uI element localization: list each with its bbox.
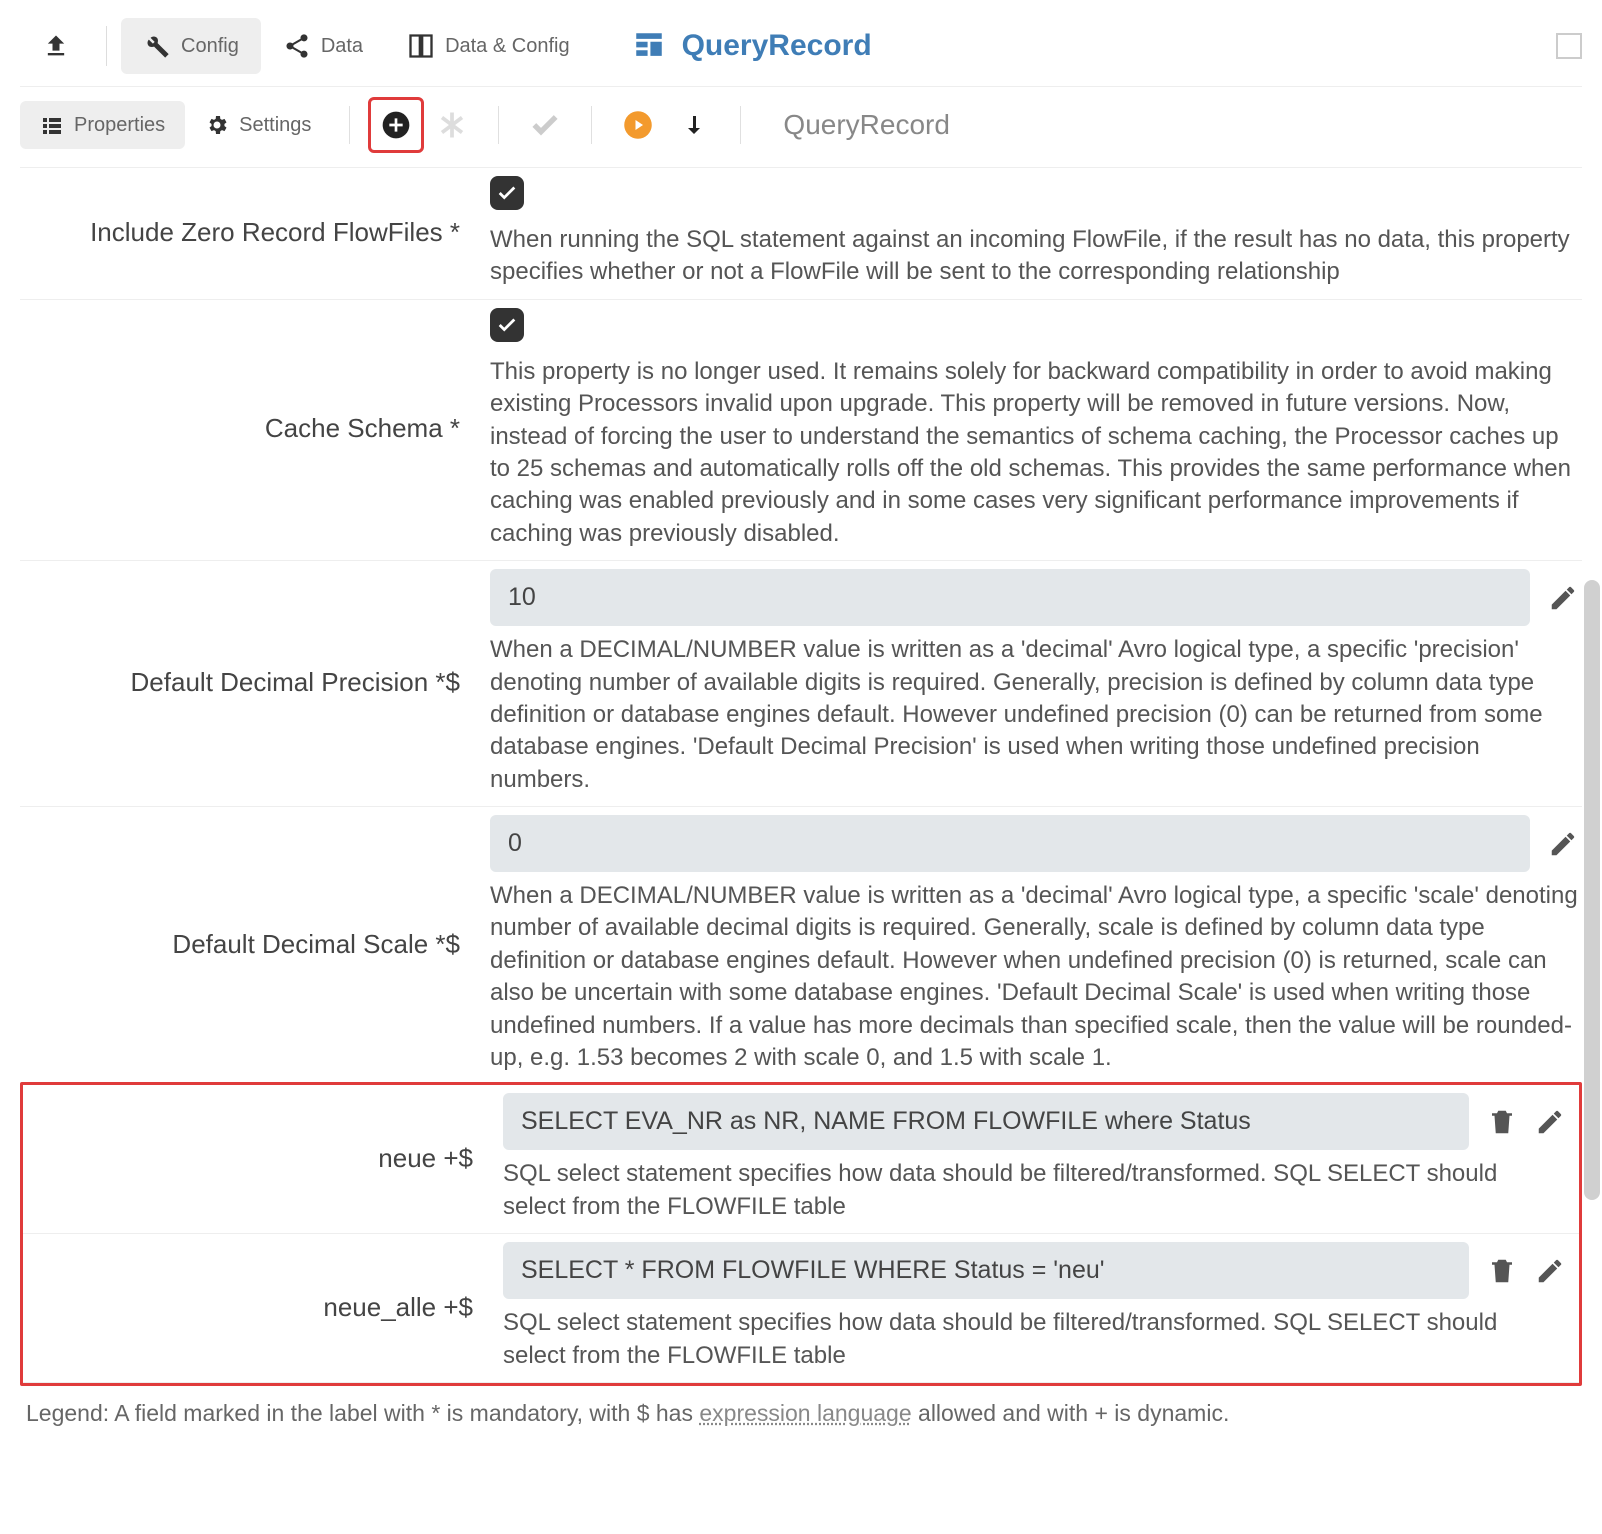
property-label: neue +$	[33, 1093, 503, 1223]
subtab-settings-label: Settings	[239, 114, 311, 137]
subtab-properties-label: Properties	[74, 114, 165, 137]
edit-icon[interactable]	[1548, 829, 1578, 859]
property-row-include_zero: Include Zero Record FlowFiles *When runn…	[20, 168, 1582, 300]
property-value[interactable]: SELECT * FROM FLOWFILE WHERE Status = 'n…	[503, 1242, 1469, 1299]
property-description: SQL select statement specifies how data …	[503, 1307, 1565, 1372]
tab-data-config[interactable]: Data & Config	[385, 18, 592, 74]
subtab-settings[interactable]: Settings	[185, 101, 331, 149]
add-property-button[interactable]	[368, 97, 424, 153]
upload-button[interactable]	[20, 18, 92, 74]
check-icon[interactable]	[490, 176, 524, 210]
tab-data-label: Data	[321, 35, 363, 58]
header-row-2: Properties Settings QueryRecord	[20, 86, 1582, 168]
property-description: This property is no longer used. It rema…	[490, 356, 1578, 550]
app-title: QueryRecord	[632, 29, 872, 63]
validate-icon[interactable]	[517, 97, 573, 153]
property-description: SQL select statement specifies how data …	[503, 1158, 1565, 1223]
property-row-dec_scale: Default Decimal Scale *$0 When a DECIMAL/…	[20, 807, 1582, 1085]
tab-config-label: Config	[181, 35, 239, 58]
property-description: When running the SQL statement against a…	[490, 224, 1578, 289]
subtab-properties[interactable]: Properties	[20, 101, 185, 149]
property-value[interactable]: 10	[490, 569, 1530, 626]
property-description: When a DECIMAL/NUMBER value is written a…	[490, 634, 1578, 796]
property-description: When a DECIMAL/NUMBER value is written a…	[490, 880, 1578, 1074]
app-title-text: QueryRecord	[682, 29, 872, 63]
tab-config[interactable]: Config	[121, 18, 261, 74]
step-icon[interactable]	[666, 97, 722, 153]
property-row-cache_schema: Cache Schema *This property is no longer…	[20, 300, 1582, 561]
property-label: neue_alle +$	[33, 1242, 503, 1372]
run-icon[interactable]	[610, 97, 666, 153]
property-label: Default Decimal Precision *$	[20, 569, 490, 796]
header-row-1: Config Data Data & Config QueryRecord	[20, 10, 1582, 86]
property-label: Include Zero Record FlowFiles *	[20, 176, 490, 289]
property-row-dec_precision: Default Decimal Precision *$10 When a DEC…	[20, 561, 1582, 807]
legend-pre: Legend: A field marked in the label with…	[26, 1400, 699, 1426]
edit-icon[interactable]	[1535, 1256, 1565, 1286]
delete-icon[interactable]	[1487, 1256, 1517, 1286]
delete-icon[interactable]	[1487, 1107, 1517, 1137]
tab-data-config-label: Data & Config	[445, 35, 570, 58]
property-label: Default Decimal Scale *$	[20, 815, 490, 1074]
edit-icon[interactable]	[1535, 1107, 1565, 1137]
property-value[interactable]: 0	[490, 815, 1530, 872]
property-label: Cache Schema *	[20, 308, 490, 550]
breadcrumb: QueryRecord	[783, 109, 950, 141]
check-icon[interactable]	[490, 308, 524, 342]
property-row-neue: neue +$SELECT EVA_NR as NR, NAME FROM FL…	[23, 1085, 1579, 1234]
legend-link: expression language	[699, 1400, 911, 1426]
dynamic-properties-group: neue +$SELECT EVA_NR as NR, NAME FROM FL…	[20, 1082, 1582, 1386]
snowflake-icon[interactable]	[424, 97, 480, 153]
edit-icon[interactable]	[1548, 583, 1578, 613]
property-row-neue_alle: neue_alle +$SELECT * FROM FLOWFILE WHERE…	[23, 1234, 1579, 1383]
tab-data[interactable]: Data	[261, 18, 385, 74]
maximize-icon[interactable]	[1556, 33, 1582, 59]
property-value[interactable]: SELECT EVA_NR as NR, NAME FROM FLOWFILE …	[503, 1093, 1469, 1150]
scrollbar[interactable]	[1584, 580, 1600, 1200]
legend-post: allowed and with + is dynamic.	[912, 1400, 1230, 1426]
legend: Legend: A field marked in the label with…	[20, 1386, 1582, 1427]
